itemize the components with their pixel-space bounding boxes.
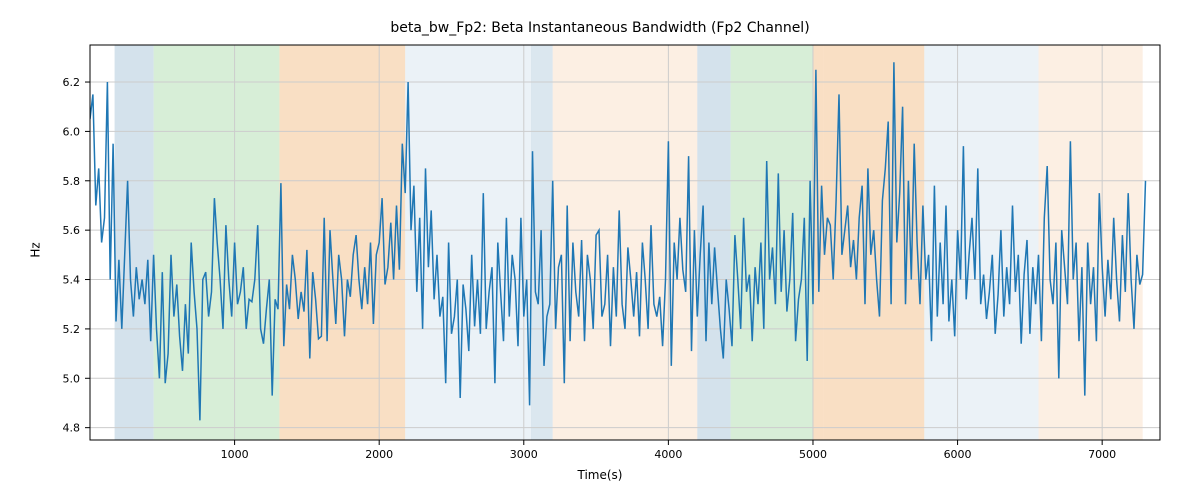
chart-container: beta_bw_Fp2: Beta Instantaneous Bandwidt… — [0, 0, 1200, 500]
xtick-label: 5000 — [799, 448, 827, 461]
ytick-label: 5.4 — [63, 274, 81, 287]
ytick-label: 4.8 — [63, 422, 81, 435]
xtick-label: 3000 — [510, 448, 538, 461]
ytick-label: 5.0 — [63, 372, 81, 385]
bg-region — [115, 45, 154, 440]
ytick-label: 6.2 — [63, 76, 81, 89]
background-regions — [115, 45, 1143, 440]
xtick-label: 6000 — [944, 448, 972, 461]
chart-svg: 1000 2000 3000 4000 5000 6000 7000 4.8 5.0 5.2 5.4… — [0, 0, 1200, 500]
bg-region — [697, 45, 730, 440]
xtick-label: 7000 — [1088, 448, 1116, 461]
xtick-label: 2000 — [365, 448, 393, 461]
xtick-label: 4000 — [654, 448, 682, 461]
ytick-label: 5.8 — [63, 175, 81, 188]
ytick-label: 5.2 — [63, 323, 81, 336]
ytick-label: 5.6 — [63, 224, 81, 237]
bg-region — [553, 45, 698, 440]
xtick-label: 1000 — [221, 448, 249, 461]
bg-region — [924, 45, 1038, 440]
ytick-label: 6.0 — [63, 125, 81, 138]
bg-region — [279, 45, 405, 440]
